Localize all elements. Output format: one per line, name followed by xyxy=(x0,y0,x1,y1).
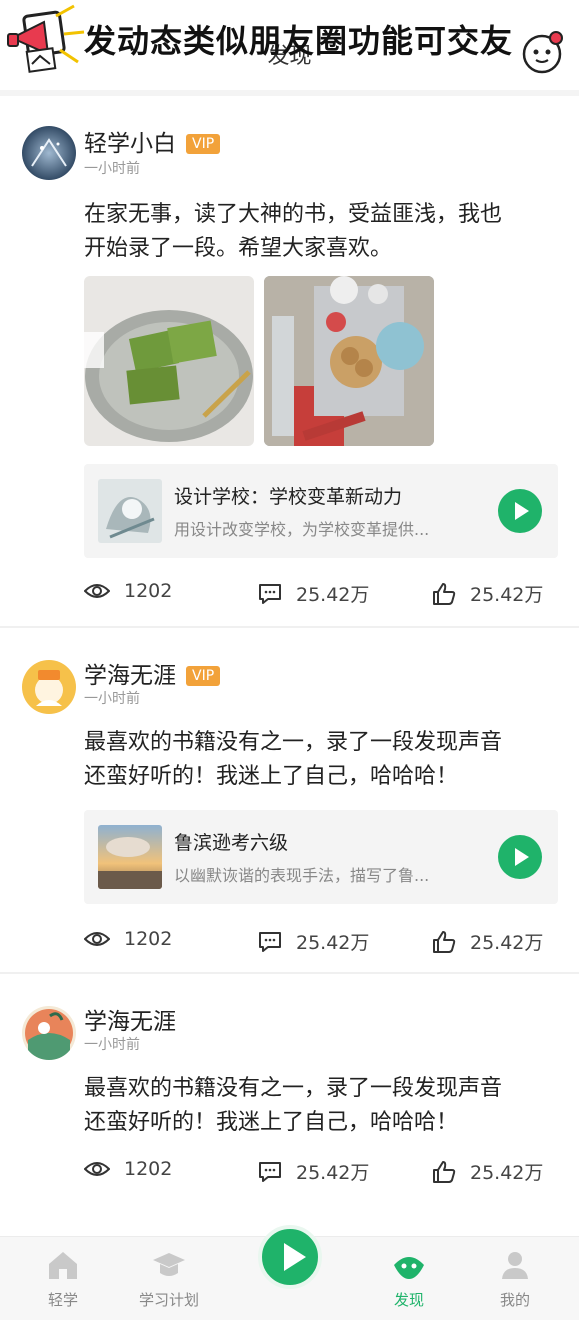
like-count-text: 25.42万 xyxy=(470,932,544,954)
post-time: 一小时前 xyxy=(84,1037,140,1053)
avatar[interactable] xyxy=(22,126,76,180)
post-content: 在家无事，读了大神的书，受益匪浅，我也 开始录了一段。希望大家喜欢。 xyxy=(84,198,564,266)
user-icon xyxy=(502,1252,528,1279)
like-count-text: 25.42万 xyxy=(470,584,544,606)
like-count-text: 25.42万 xyxy=(470,1162,544,1184)
username-text[interactable]: 学海无涯 xyxy=(84,663,176,689)
post-content-line: 最喜欢的书籍没有之一，录了一段发现声音 xyxy=(84,1076,503,1101)
post-card[interactable]: 学海无涯 VIP 一小时前 最喜欢的书籍没有之一，录了一段发现声音 还蛮好听的！我… xyxy=(0,630,579,970)
nav-item-discover[interactable]: 发现 xyxy=(364,1243,454,1310)
username[interactable]: 轻学小白 VIP xyxy=(84,124,221,158)
play-button[interactable] xyxy=(498,835,542,879)
post-photo[interactable] xyxy=(264,276,434,446)
nav-item-mine[interactable]: 我的 xyxy=(470,1243,560,1310)
username[interactable]: 学海无涯 VIP xyxy=(84,656,221,690)
comment-count-text: 25.42万 xyxy=(296,584,370,606)
nav-label: 轻学 xyxy=(47,1291,78,1309)
nav-item-study-plan[interactable]: 学习计划 xyxy=(124,1243,214,1310)
eye-icon xyxy=(84,932,110,946)
mascot-icon xyxy=(522,31,563,74)
megaphone-icon xyxy=(7,4,85,73)
view-count: 1202 xyxy=(84,580,172,602)
comment-count-text: 25.42万 xyxy=(296,1162,370,1184)
audio-card[interactable]: 设计学校：学校变革新动力 用设计改变学校，为学校变革提供... xyxy=(84,464,558,558)
audio-title: 设计学校：学校变革新动力 xyxy=(174,486,403,508)
comment-count[interactable]: 25.42万 xyxy=(258,928,369,955)
post-card[interactable]: 学海无涯 一小时前 最喜欢的书籍没有之一，录了一段发现声音 还蛮好听的！我迷上了… xyxy=(0,976,579,1206)
view-count-text: 1202 xyxy=(124,580,173,602)
avatar[interactable] xyxy=(22,1006,76,1060)
house-icon xyxy=(49,1252,77,1279)
post-divider xyxy=(0,626,579,628)
banner-text: 发动态类似朋友圈功能可交友 xyxy=(84,22,514,60)
view-count: 1202 xyxy=(84,1158,172,1180)
like-count[interactable]: 25.42万 xyxy=(432,1158,543,1185)
nav-label: 我的 xyxy=(499,1291,530,1309)
play-button[interactable] xyxy=(498,489,542,533)
post-divider xyxy=(0,972,579,974)
nav-label: 学习计划 xyxy=(138,1291,199,1309)
eye-icon xyxy=(84,584,110,598)
comment-count-text: 25.42万 xyxy=(296,932,370,954)
eye-icon xyxy=(84,1162,110,1176)
post-content-line: 还蛮好听的！我迷上了自己，哈哈哈！ xyxy=(84,1110,459,1135)
thumbs-up-icon xyxy=(433,930,456,953)
vip-badge: VIP xyxy=(186,134,221,154)
audio-description: 用设计改变学校，为学校变革提供... xyxy=(174,520,430,539)
post-time: 一小时前 xyxy=(84,691,140,707)
comment-count[interactable]: 25.42万 xyxy=(258,1158,369,1185)
bottom-nav: 轻学 学习计划 发现 我的 xyxy=(0,1225,579,1320)
view-count-text: 1202 xyxy=(124,1158,173,1180)
comment-icon xyxy=(259,583,281,604)
post-time: 一小时前 xyxy=(84,161,140,177)
thumbs-up-icon xyxy=(433,582,456,605)
audio-title: 鲁滨逊考六级 xyxy=(174,832,289,854)
discover-icon xyxy=(394,1257,424,1279)
promo-banner: 发动态类似朋友圈功能可交友 xyxy=(0,0,579,78)
post-content-line: 最喜欢的书籍没有之一，录了一段发现声音 xyxy=(84,730,503,755)
post-content-line: 还蛮好听的！我迷上了自己，哈哈哈！ xyxy=(84,764,459,789)
like-count[interactable]: 25.42万 xyxy=(432,580,543,607)
post-photo[interactable] xyxy=(84,276,254,446)
vip-badge: VIP xyxy=(186,666,221,686)
post-content-line: 在家无事，读了大神的书，受益匪浅，我也 xyxy=(84,202,503,227)
thumbs-up-icon xyxy=(433,1160,456,1183)
username[interactable]: 学海无涯 xyxy=(84,1002,176,1036)
post-content: 最喜欢的书籍没有之一，录了一段发现声音 还蛮好听的！我迷上了自己，哈哈哈！ xyxy=(84,726,564,794)
audio-description: 以幽默诙谐的表现手法，描写了鲁... xyxy=(174,866,430,885)
audio-thumbnail xyxy=(98,479,162,543)
post-card[interactable]: 轻学小白 VIP 一小时前 在家无事，读了大神的书，受益匪浅，我也 开始录了一段。… xyxy=(0,96,579,624)
like-count[interactable]: 25.42万 xyxy=(432,928,543,955)
center-play-button[interactable] xyxy=(258,1225,322,1289)
username-text[interactable]: 轻学小白 xyxy=(84,131,176,157)
audio-card[interactable]: 鲁滨逊考六级 以幽默诙谐的表现手法，描写了鲁... xyxy=(84,810,558,904)
avatar[interactable] xyxy=(22,660,76,714)
post-content-line: 开始录了一段。希望大家喜欢。 xyxy=(84,236,393,261)
graduation-cap-icon xyxy=(153,1253,185,1276)
comment-icon xyxy=(259,1161,281,1182)
nav-item-home[interactable]: 轻学 xyxy=(18,1243,108,1310)
post-content: 最喜欢的书籍没有之一，录了一段发现声音 还蛮好听的！我迷上了自己，哈哈哈！ xyxy=(84,1072,564,1140)
top-bar: 发现 发动态类似朋友圈功能可交友 xyxy=(0,0,579,90)
audio-thumbnail xyxy=(98,825,162,889)
view-count: 1202 xyxy=(84,928,172,950)
comment-icon xyxy=(259,931,281,952)
view-count-text: 1202 xyxy=(124,928,173,950)
nav-label: 发现 xyxy=(393,1291,424,1309)
comment-count[interactable]: 25.42万 xyxy=(258,580,369,607)
